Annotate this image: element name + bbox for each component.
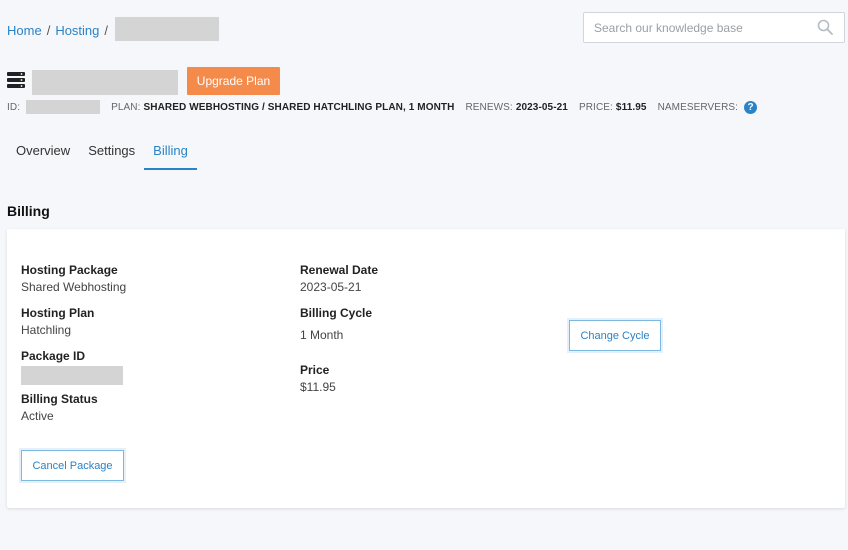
package-id-field: Package ID	[21, 349, 123, 385]
renewal-date-field: Renewal Date 2023-05-21	[300, 263, 378, 294]
price-field: Price $11.95	[300, 363, 336, 394]
breadcrumb-current-redacted	[115, 17, 220, 41]
upgrade-plan-button[interactable]: Upgrade Plan	[187, 67, 280, 95]
billing-cycle-label: Billing Cycle	[300, 306, 373, 320]
id-label: ID:	[7, 101, 21, 113]
price-field-label: Price	[300, 363, 330, 377]
search-input[interactable]	[584, 13, 804, 42]
renews-value: 2023-05-21	[515, 101, 568, 113]
tab-bar: Overview Settings Billing	[7, 140, 197, 170]
hosting-package-label: Hosting Package	[21, 263, 118, 277]
renewal-date-label: Renewal Date	[300, 263, 379, 277]
billing-status-field: Billing Status Active	[21, 392, 98, 423]
plan-label: PLAN:	[111, 101, 141, 113]
nameservers-label: NAMESERVERS:	[657, 101, 739, 113]
hosting-plan-label: Hosting Plan	[21, 306, 95, 320]
billing-cycle-value: 1 Month	[300, 328, 344, 342]
breadcrumb-separator: /	[104, 22, 109, 38]
server-icon	[7, 72, 25, 88]
breadcrumb-home-link[interactable]: Home	[7, 23, 42, 38]
breadcrumb-separator: /	[46, 22, 51, 38]
price-label: PRICE:	[578, 101, 613, 113]
billing-status-label: Billing Status	[21, 392, 98, 406]
billing-status-value: Active	[21, 409, 54, 423]
help-icon[interactable]: ?	[744, 100, 758, 114]
breadcrumb-hosting-link[interactable]: Hosting	[55, 23, 99, 38]
renews-label: RENEWS:	[465, 101, 513, 113]
tab-overview[interactable]: Overview	[7, 140, 79, 170]
hosting-package-value: Shared Webhosting	[21, 280, 127, 294]
hosting-meta: ID: PLAN: SHARED WEBHOSTING / SHARED HAT…	[7, 100, 758, 114]
cancel-package-button[interactable]: Cancel Package	[21, 450, 124, 481]
hosting-plan-field: Hosting Plan Hatchling	[21, 306, 94, 337]
billing-cycle-field: Billing Cycle 1 Month	[300, 306, 372, 342]
breadcrumb: Home / Hosting /	[7, 17, 220, 42]
hosting-title-redacted	[32, 70, 178, 95]
price-field-value: $11.95	[300, 380, 336, 394]
tab-billing[interactable]: Billing	[144, 140, 197, 170]
billing-card: Hosting Package Shared Webhosting Hostin…	[7, 229, 845, 508]
knowledge-base-search	[583, 12, 845, 43]
page-header: Home / Hosting / Upgrade Plan ID: PLAN: …	[0, 0, 848, 171]
hosting-plan-value: Hatchling	[21, 323, 72, 337]
hosting-package-field: Hosting Package Shared Webhosting	[21, 263, 126, 294]
plan-value: SHARED WEBHOSTING / SHARED HATCHLING PLA…	[143, 101, 455, 113]
renewal-date-value: 2023-05-21	[300, 280, 362, 294]
package-id-label: Package ID	[21, 349, 86, 363]
tab-settings[interactable]: Settings	[79, 140, 144, 170]
search-icon[interactable]	[817, 19, 833, 35]
package-id-redacted	[21, 366, 123, 385]
id-value-redacted	[26, 100, 101, 114]
section-title: Billing	[7, 203, 50, 219]
price-value: $11.95	[615, 101, 647, 113]
change-cycle-button[interactable]: Change Cycle	[569, 320, 661, 351]
